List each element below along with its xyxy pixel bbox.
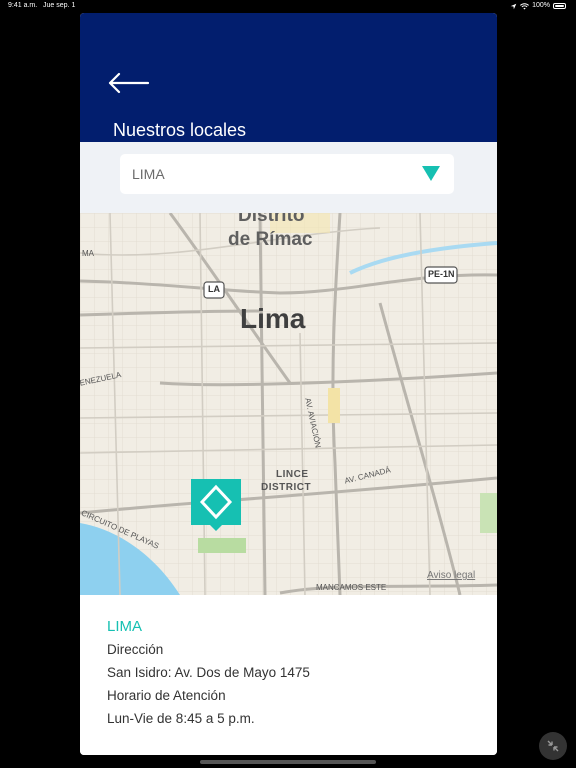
info-address: San Isidro: Av. Dos de Mayo 1475	[107, 665, 310, 680]
status-indicators: 100%	[510, 0, 566, 12]
status-bar: 9:41 a.m. Jue sep. 1 100%	[0, 0, 576, 12]
locations-modal: Nuestros locales LIMA Distrito de Rímac …	[80, 13, 497, 755]
map-label-mancamos: MANCAMOS ESTE	[316, 583, 387, 592]
map-label-rimac: de Rímac	[228, 229, 313, 250]
city-selector-area: LIMA	[80, 142, 497, 213]
map-label-lince: LINCE	[276, 469, 309, 480]
map-label-city: Lima	[240, 303, 306, 334]
collapse-arrows-icon	[547, 740, 559, 752]
map-label-district: DISTRICT	[261, 482, 312, 493]
status-time-date: 9:41 a.m. Jue sep. 1	[8, 0, 75, 12]
city-select-value: LIMA	[132, 166, 165, 182]
header: Nuestros locales	[80, 13, 497, 142]
legal-link[interactable]: Aviso legal	[427, 570, 475, 581]
arrow-left-icon	[108, 72, 150, 94]
page-title: Nuestros locales	[113, 120, 247, 140]
map-label-distrito: Distrito	[238, 213, 305, 226]
city-select[interactable]: LIMA	[120, 154, 454, 194]
status-date: Jue sep. 1	[43, 2, 76, 9]
shield-label-pe: PE-1N	[428, 269, 455, 279]
home-indicator	[200, 760, 376, 764]
info-address-label: Dirección	[107, 642, 164, 657]
location-info: LIMA Dirección San Isidro: Av. Dos de Ma…	[80, 602, 497, 755]
triangle-down-icon	[422, 166, 440, 181]
battery-percent: 100%	[532, 2, 550, 9]
location-marker[interactable]	[191, 479, 241, 531]
map-label-ma: MA	[82, 249, 94, 258]
info-hours-label: Horario de Atención	[107, 688, 226, 703]
back-button[interactable]	[104, 68, 150, 98]
shield-label-la: LA	[208, 284, 220, 294]
map-view[interactable]: Distrito de Rímac Lima LINCE DISTRICT AV…	[80, 213, 497, 595]
status-time: 9:41 a.m.	[8, 2, 38, 9]
info-hours: Lun-Vie de 8:45 a 5 p.m.	[107, 711, 255, 726]
collapse-button[interactable]	[539, 732, 567, 760]
info-city: LIMA	[107, 618, 143, 635]
location-icon	[510, 3, 517, 9]
battery-icon	[553, 3, 566, 9]
wifi-icon	[520, 2, 530, 9]
